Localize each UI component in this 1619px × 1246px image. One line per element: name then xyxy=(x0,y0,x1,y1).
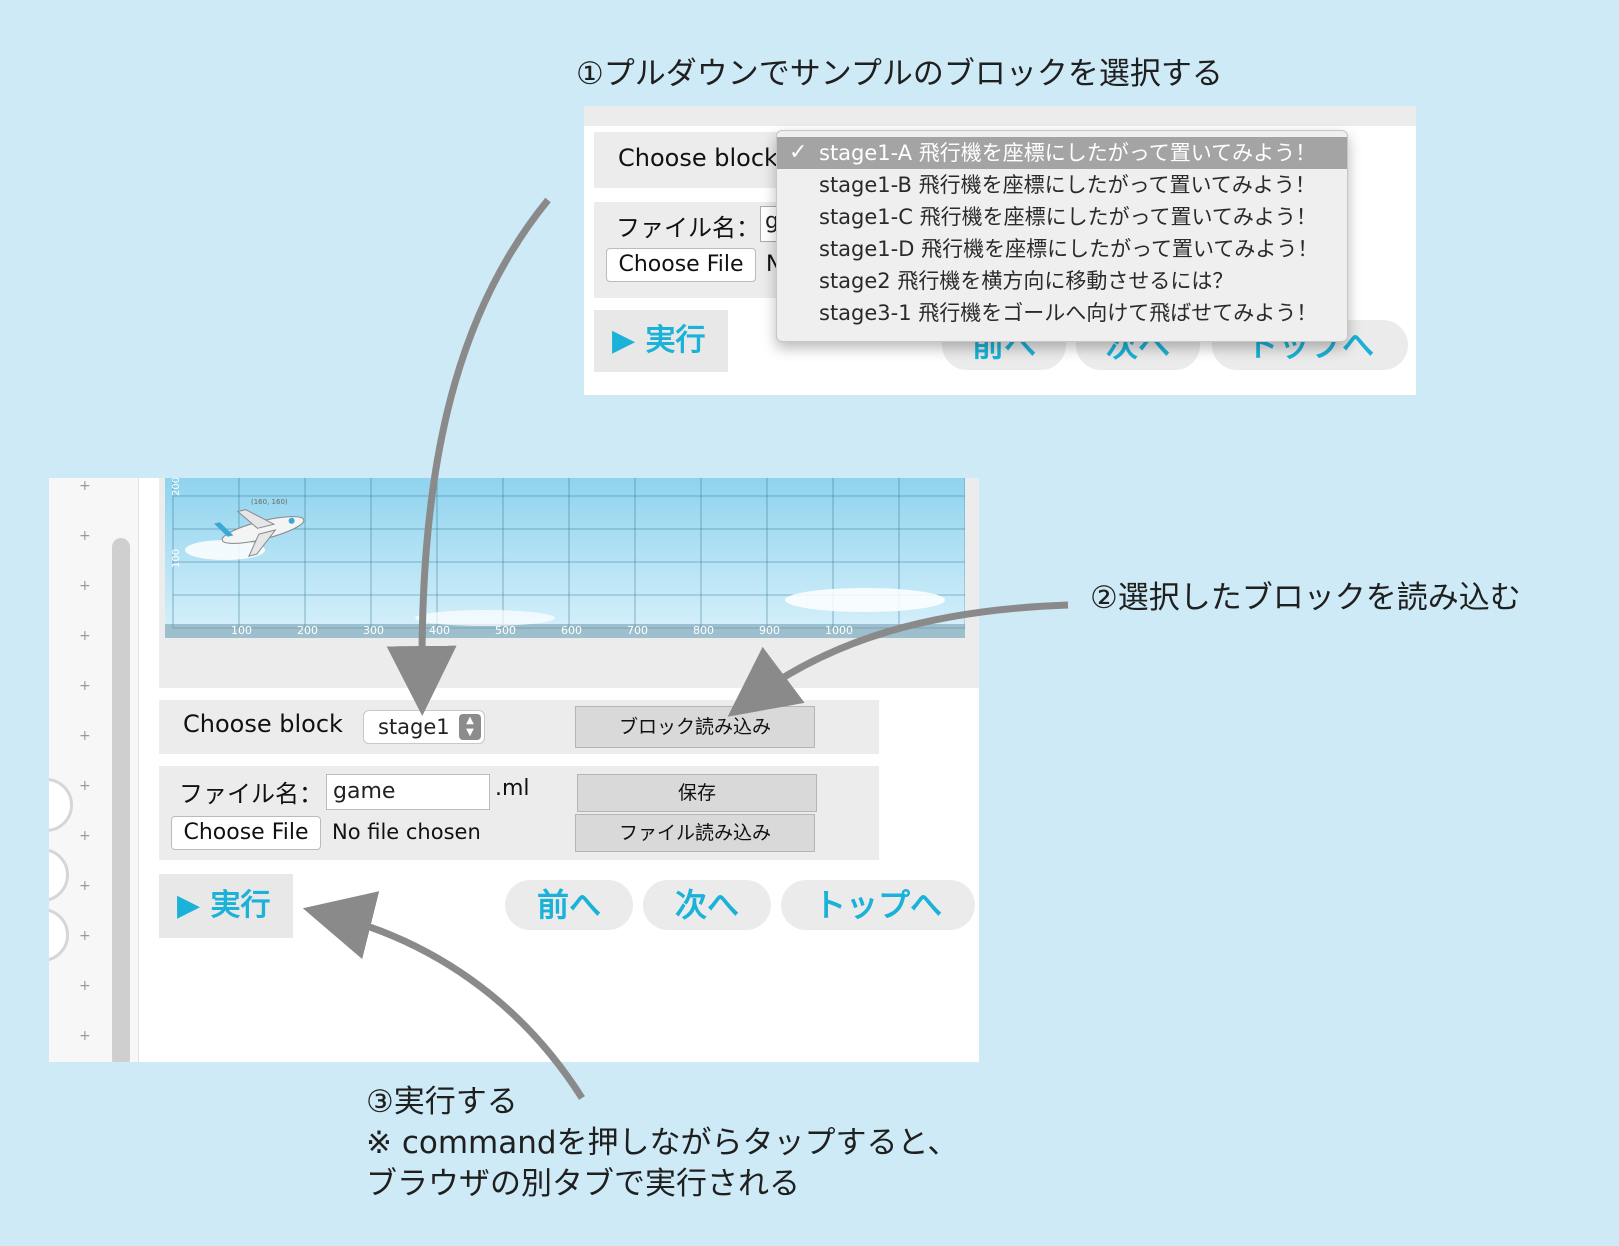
run-button[interactable]: ▶ 実行 xyxy=(159,874,293,938)
x-tick-label: 1000 xyxy=(825,624,853,637)
run-button[interactable]: ▶ 実行 xyxy=(594,310,728,372)
workspace-scrollbar[interactable] xyxy=(112,538,130,1062)
panel-top-bar xyxy=(584,106,1416,126)
game-stage: (160, 160) 100 200 300 400 500 600 700 800 900 10… xyxy=(165,478,965,638)
x-tick-label: 600 xyxy=(561,624,582,637)
updown-chevron-icon: ▲ ▼ xyxy=(459,714,481,740)
dropdown-option[interactable]: stage1-C 飛行機を座標にしたがって置いてみよう！ xyxy=(777,201,1347,233)
x-tick-label: 500 xyxy=(495,624,516,637)
x-tick-label: 700 xyxy=(627,624,648,637)
x-tick-label: 900 xyxy=(759,624,780,637)
dropdown-option[interactable]: stage2 飛行機を横方向に移動させるには？ xyxy=(777,265,1347,297)
grid-plus-icon: + xyxy=(79,928,91,944)
x-tick-label: 100 xyxy=(231,624,252,637)
grid-plus-icon: + xyxy=(79,978,91,994)
dropdown-option-label: stage1-C 飛行機を座標にしたがって置いてみよう！ xyxy=(819,205,1317,229)
grid-plus-icon: + xyxy=(79,728,91,744)
file-extension-label: .ml xyxy=(495,776,530,801)
choose-block-label: Choose block xyxy=(183,710,343,738)
top-page-button[interactable]: トップへ xyxy=(781,880,975,930)
no-file-chosen-text: No file chosen xyxy=(332,820,481,844)
dropdown-option-label: stage1-D 飛行機を座標にしたがって置いてみよう！ xyxy=(819,237,1319,261)
annotation-step3-note: ※ commandを押しながらタップすると、 xyxy=(366,1125,959,1161)
prev-button[interactable]: 前へ xyxy=(505,880,633,930)
choose-file-button[interactable]: Choose File xyxy=(171,816,321,850)
load-block-button[interactable]: ブロック読み込み xyxy=(575,706,815,748)
block-dropdown-menu[interactable]: ✓ stage1-A 飛行機を座標にしたがって置いてみよう！ stage1-B … xyxy=(776,130,1348,342)
file-name-label: ファイル名： xyxy=(616,214,760,242)
grid-plus-icon: + xyxy=(79,1028,91,1044)
load-file-button[interactable]: ファイル読み込み xyxy=(575,814,815,852)
annotation-step3-title: ③実行する xyxy=(366,1084,518,1120)
block-workspace-gutter: + + + + + + + + + + + + xyxy=(49,478,139,1062)
choose-file-button[interactable]: Choose File xyxy=(606,248,756,282)
dropdown-option[interactable]: stage1-D 飛行機を座標にしたがって置いてみよう！ xyxy=(777,233,1347,265)
block-select[interactable]: stage1 ▲ ▼ xyxy=(363,710,485,744)
dropdown-option-label: stage3-1 飛行機をゴールへ向けて飛ばせてみよう！ xyxy=(819,301,1318,325)
x-tick-label: 400 xyxy=(429,624,450,637)
grid-plus-icon: + xyxy=(79,828,91,844)
x-tick-label: 800 xyxy=(693,624,714,637)
dropdown-option-label: stage1-A 飛行機を座標にしたがって置いてみよう！ xyxy=(819,141,1317,165)
grid-plus-icon: + xyxy=(79,578,91,594)
dropdown-option[interactable]: stage3-1 飛行機をゴールへ向けて飛ばせてみよう！ xyxy=(777,297,1347,329)
save-button[interactable]: 保存 xyxy=(577,774,817,812)
block-connector xyxy=(49,908,69,962)
annotation-step3: ③実行する ※ commandを押しながらタップすると、 ブラウザの別タブで実行… xyxy=(366,1082,958,1205)
dropdown-option[interactable]: stage1-B 飛行機を座標にしたがって置いてみよう！ xyxy=(777,169,1347,201)
x-tick-label: 200 xyxy=(297,624,318,637)
grid-plus-icon: + xyxy=(79,478,91,494)
grid-plus-icon: + xyxy=(79,678,91,694)
block-select-value: stage1 xyxy=(378,715,450,739)
grid-plus-icon: + xyxy=(79,628,91,644)
block-connector xyxy=(49,778,73,832)
y-tick-label: 100 xyxy=(171,549,182,568)
game-stage-area: (160, 160) 100 200 300 400 500 600 700 800 900 10… xyxy=(159,478,979,688)
x-tick-label: 300 xyxy=(363,624,384,637)
file-name-input[interactable]: game xyxy=(326,774,490,810)
plane-coordinate-label: (160, 160) xyxy=(251,498,288,506)
annotation-step3-note-cont: ブラウザの別タブで実行される xyxy=(366,1166,800,1202)
cloud xyxy=(785,588,945,612)
annotation-step1: ①プルダウンでサンプルのブロックを選択する xyxy=(576,56,1223,92)
block-connector xyxy=(49,848,69,902)
choose-block-label: Choose block xyxy=(618,144,778,172)
dropdown-demo-panel: Choose block ファイル名： g Choose File N ▶ 実行… xyxy=(584,106,1416,395)
file-name-label: ファイル名： xyxy=(179,780,323,808)
grid-plus-icon: + xyxy=(79,878,91,894)
annotation-step2: ②選択したブロックを読み込む xyxy=(1090,580,1521,616)
grid-plus-icon: + xyxy=(79,778,91,794)
editor-panel: + + + + + + + + + + + + (160, 160) 100 2… xyxy=(49,478,979,1062)
check-icon: ✓ xyxy=(789,140,808,165)
dropdown-option[interactable]: ✓ stage1-A 飛行機を座標にしたがって置いてみよう！ xyxy=(777,137,1347,169)
y-tick-label: 200 xyxy=(171,478,182,496)
next-button[interactable]: 次へ xyxy=(643,880,771,930)
dropdown-option-label: stage1-B 飛行機を座標にしたがって置いてみよう！ xyxy=(819,173,1316,197)
grid-plus-icon: + xyxy=(79,528,91,544)
dropdown-option-label: stage2 飛行機を横方向に移動させるには？ xyxy=(819,269,1234,293)
